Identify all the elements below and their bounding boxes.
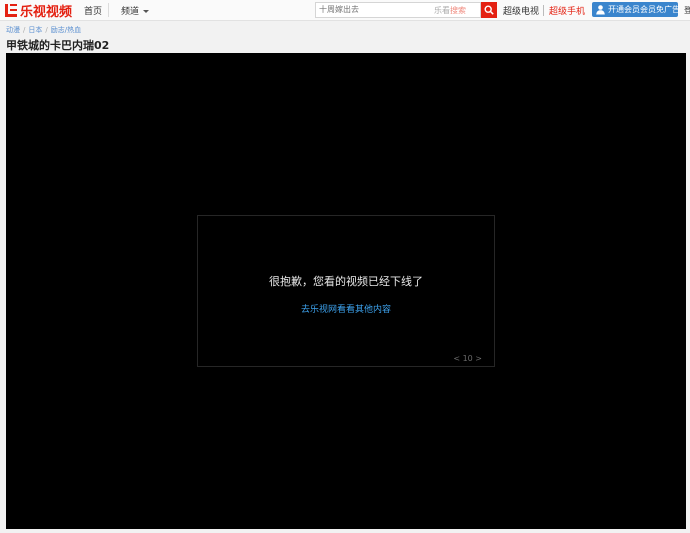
link-divider <box>543 5 544 16</box>
chevron-down-icon <box>143 10 150 13</box>
nav-home-link[interactable]: 首页 <box>84 4 102 17</box>
login-link[interactable]: 登 <box>684 5 690 16</box>
vip-label: 开通会员会员免广告 <box>608 5 680 14</box>
super-tv-link[interactable]: 超级电视 <box>503 4 539 17</box>
user-icon <box>596 5 605 15</box>
nav-channel-label: 频道 <box>121 7 140 17</box>
super-phone-link[interactable]: 超级手机 <box>549 4 585 17</box>
nav-channel-dropdown[interactable]: 频道 <box>121 4 150 17</box>
nav-divider <box>108 3 109 17</box>
breadcrumb-item[interactable]: 励志/热血 <box>51 26 81 34</box>
breadcrumb: 动漫 / 日本 / 励志/热血 <box>6 25 81 35</box>
search-input[interactable] <box>319 5 429 14</box>
browse-other-content-link[interactable]: 去乐视网看看其他内容 <box>198 302 494 315</box>
letv-logo[interactable]: 乐视视频 <box>4 2 73 20</box>
offline-notice: 很抱歉，您看的视频已经下线了 去乐视网看看其他内容 < 10 > <box>197 215 495 367</box>
video-player[interactable]: 很抱歉，您看的视频已经下线了 去乐视网看看其他内容 < 10 > <box>6 53 686 529</box>
vip-membership-button[interactable]: 开通会员会员免广告 <box>592 2 680 17</box>
top-navbar: 乐视视频 首页 频道 乐看搜索 超级电视 超级手机 开通会员会员免广告 登 <box>0 0 690 21</box>
search-box: 乐看搜索 <box>315 2 481 18</box>
search-tag[interactable]: 乐看搜索 <box>434 5 466 16</box>
offline-message: 很抱歉，您看的视频已经下线了 <box>269 275 423 288</box>
search-icon <box>484 5 494 15</box>
breadcrumb-item[interactable]: 动漫 <box>6 26 20 34</box>
breadcrumb-item[interactable]: 日本 <box>28 26 42 34</box>
logo-text: 乐视视频 <box>20 5 73 20</box>
page-title: 甲铁城的卡巴内瑞02 <box>6 39 110 52</box>
letv-logo-icon <box>4 3 18 18</box>
breadcrumb-separator: / <box>45 26 48 34</box>
redirect-countdown: < 10 > <box>453 354 482 363</box>
search-button[interactable] <box>481 2 497 18</box>
breadcrumb-separator: / <box>23 26 26 34</box>
